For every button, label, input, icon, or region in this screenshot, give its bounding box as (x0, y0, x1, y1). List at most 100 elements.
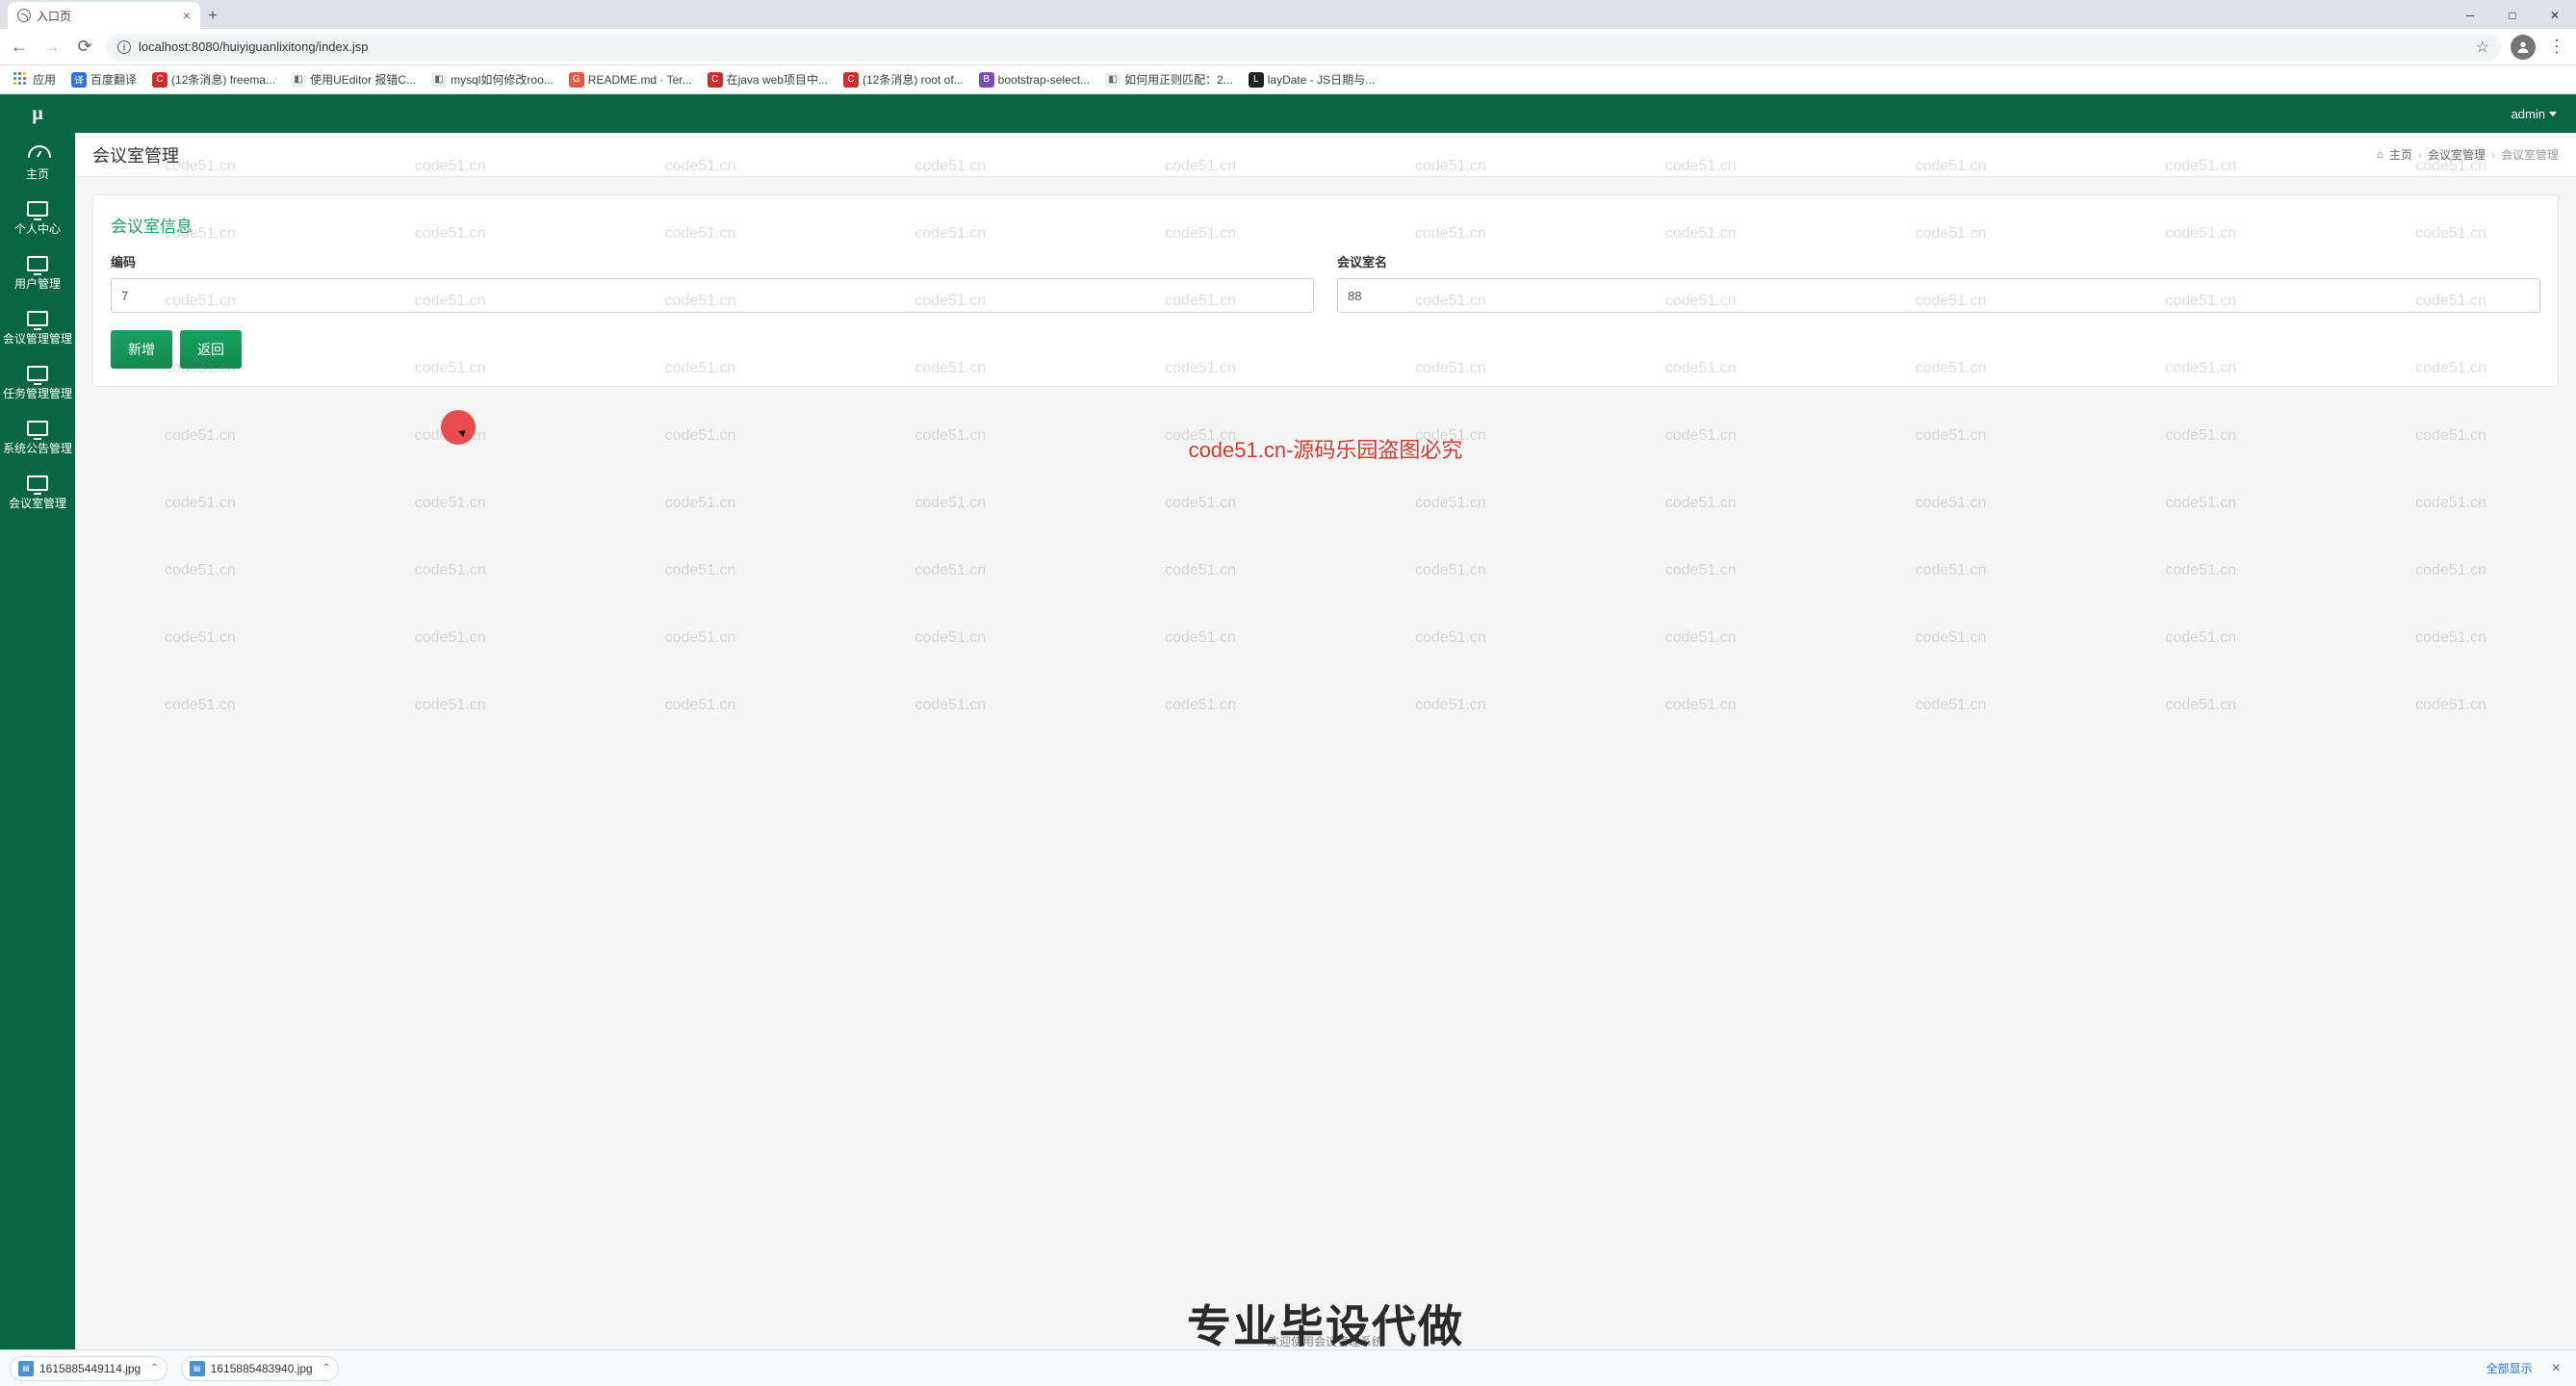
sidebar: 主页 个人中心 用户管理 会议管理管理 任务管理管理 (0, 133, 75, 1349)
bookmark-item[interactable]: C在java web项目中... (702, 68, 834, 90)
window-controls: ─ □ ✕ (2449, 2, 2576, 29)
bookmark-item[interactable]: LlayDate - JS日期与... (1243, 68, 1380, 90)
user-name: admin (2512, 107, 2545, 121)
code-label: 编码 (111, 252, 1314, 270)
monitor-icon (27, 421, 48, 436)
bookmark-icon: C (152, 72, 167, 88)
close-window-button[interactable]: ✕ (2534, 2, 2576, 29)
url-input[interactable]: i localhost:8080/huiyiguanlixitong/index… (106, 34, 2501, 61)
bookmark-icon: ◧ (431, 72, 447, 88)
reload-button[interactable]: ⟳ (73, 36, 96, 59)
monitor-icon (27, 475, 48, 491)
tab-title: 入口页 (37, 8, 71, 24)
monitor-icon (27, 201, 48, 217)
bookmark-item[interactable]: C(12条消息) root of... (837, 68, 969, 90)
main-content: code51.cncode51.cncode51.cncode51.cncode… (75, 133, 2576, 1349)
bookmark-item[interactable]: Bbootstrap-select... (973, 69, 1095, 90)
add-button[interactable]: 新增 (111, 330, 172, 369)
dashboard-icon (28, 142, 47, 162)
back-button[interactable]: 返回 (180, 330, 242, 369)
sidebar-item-home[interactable]: 主页 (0, 133, 75, 192)
sidebar-item-task-manage[interactable]: 任务管理管理 (0, 356, 75, 411)
maximize-button[interactable]: □ (2491, 2, 2534, 29)
sidebar-item-label: 主页 (26, 166, 49, 182)
back-button[interactable]: ← (8, 36, 31, 59)
bookmark-bar: 应用 译百度翻译 C(12条消息) freema... ◧使用UEditor 报… (0, 65, 2576, 94)
bookmark-icon: G (569, 72, 584, 88)
browser-tab-bar: 入口页 × + ─ □ ✕ (0, 0, 2576, 29)
click-highlight-icon (441, 410, 476, 445)
room-name-label: 会议室名 (1337, 252, 2540, 270)
bookmark-star-icon[interactable]: ☆ (2476, 38, 2489, 57)
minimize-button[interactable]: ─ (2449, 2, 2491, 29)
download-filename: 1615885449114.jpg (39, 1362, 141, 1375)
sidebar-item-meeting-manage[interactable]: 会议管理管理 (0, 301, 75, 356)
bookmark-icon: ◧ (291, 72, 306, 88)
bookmark-icon: ◧ (1105, 72, 1121, 88)
app-logo[interactable]: μ (0, 103, 75, 125)
sidebar-item-profile[interactable]: 个人中心 (0, 192, 75, 246)
sidebar-item-label: 任务管理管理 (3, 385, 72, 401)
page-header: 会议室管理 ⌂ 主页 › 会议室管理 › 会议室管理 (75, 133, 2576, 177)
sidebar-item-label: 用户管理 (14, 275, 61, 292)
apps-button[interactable]: 应用 (8, 68, 62, 90)
sidebar-item-label: 个人中心 (14, 220, 61, 237)
app-header: μ admin (0, 94, 2576, 133)
chevron-up-icon[interactable]: ⌃ (150, 1363, 158, 1373)
bookmark-item[interactable]: ◧mysql如何修改roo... (425, 68, 559, 90)
profile-avatar-icon[interactable] (2511, 35, 2536, 60)
sidebar-item-label: 会议室管理 (9, 495, 66, 511)
bookmark-icon: B (979, 72, 994, 88)
downloads-show-all[interactable]: 全部显示 (2486, 1360, 2533, 1376)
download-bar: ▤ 1615885449114.jpg ⌃ ▤ 1615885483940.jp… (0, 1349, 2576, 1386)
caret-down-icon (2549, 112, 2557, 116)
bookmark-item[interactable]: 译百度翻译 (65, 68, 142, 90)
monitor-icon (27, 366, 48, 381)
sidebar-item-users[interactable]: 用户管理 (0, 246, 75, 301)
downloads-close-icon[interactable]: × (2546, 1360, 2566, 1377)
user-dropdown[interactable]: admin (2512, 107, 2557, 121)
monitor-icon (27, 311, 48, 326)
sidebar-item-room-manage[interactable]: 会议室管理 (0, 466, 75, 521)
bookmark-item[interactable]: ◧使用UEditor 报错C... (285, 68, 422, 90)
page-title: 会议室管理 (92, 142, 179, 167)
bookmark-icon: C (708, 72, 723, 88)
download-filename: 1615885483940.jpg (211, 1362, 313, 1375)
file-image-icon: ▤ (18, 1361, 34, 1376)
bookmark-item[interactable]: ◧如何用正则匹配：2... (1099, 68, 1239, 90)
site-info-icon[interactable]: i (117, 40, 131, 54)
bookmark-item[interactable]: GREADME.md · Ter... (563, 69, 698, 90)
download-item[interactable]: ▤ 1615885449114.jpg ⌃ (10, 1356, 167, 1381)
sidebar-item-announcement[interactable]: 系统公告管理 (0, 411, 75, 466)
tab-close-icon[interactable]: × (183, 8, 191, 23)
card-title: 会议室信息 (111, 213, 2540, 237)
bookmark-item[interactable]: C(12条消息) freema... (146, 68, 281, 90)
breadcrumb-mid[interactable]: 会议室管理 (2428, 146, 2486, 163)
chevron-up-icon[interactable]: ⌃ (322, 1363, 330, 1373)
browser-menu-button[interactable]: ⋮ (2545, 36, 2568, 59)
overlay-promo-text: 专业毕设代做 (1187, 1292, 1464, 1349)
globe-icon (17, 9, 31, 22)
room-name-input[interactable] (1337, 278, 2540, 313)
watermark-banner: code51.cn-源码乐园盗图必究 (1189, 433, 1463, 464)
apps-grid-icon (13, 72, 29, 88)
breadcrumb-current: 会议室管理 (2501, 146, 2559, 163)
sidebar-item-label: 系统公告管理 (3, 440, 72, 456)
bookmark-icon: 译 (71, 72, 87, 88)
forward-button[interactable]: → (40, 36, 64, 59)
breadcrumb: ⌂ 主页 › 会议室管理 › 会议室管理 (2377, 146, 2559, 163)
bookmark-icon: C (843, 72, 859, 88)
form-card: 会议室信息 编码 会议室名 新增 返回 (92, 194, 2559, 387)
bookmark-icon: L (1249, 72, 1264, 88)
download-item[interactable]: ▤ 1615885483940.jpg ⌃ (181, 1356, 340, 1381)
new-tab-button[interactable]: + (200, 4, 225, 29)
home-icon: ⌂ (2377, 149, 2383, 161)
url-text: localhost:8080/huiyiguanlixitong/index.j… (139, 39, 369, 54)
breadcrumb-home[interactable]: 主页 (2389, 146, 2412, 163)
monitor-icon (27, 256, 48, 271)
sidebar-item-label: 会议管理管理 (3, 330, 72, 346)
address-bar: ← → ⟳ i localhost:8080/huiyiguanlixitong… (0, 29, 2576, 65)
browser-tab[interactable]: 入口页 × (8, 2, 200, 29)
code-input[interactable] (111, 278, 1314, 313)
file-image-icon: ▤ (190, 1361, 205, 1376)
